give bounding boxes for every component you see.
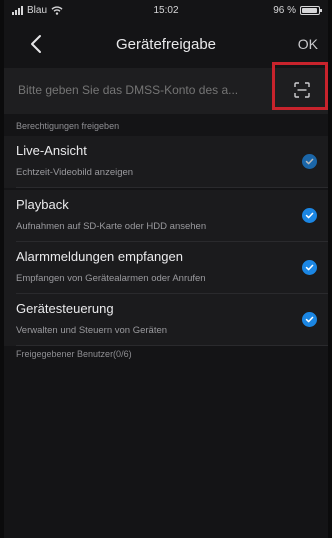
qr-scan-icon[interactable] [294, 82, 310, 98]
permission-label: Live-Ansicht [16, 143, 87, 158]
navigation-bar: Gerätefreigabe OK [4, 24, 328, 64]
permission-label: Playback [16, 197, 69, 212]
account-input[interactable] [18, 83, 268, 97]
battery-icon [300, 6, 322, 15]
section-shared-users-label: Freigegebener Benutzer(0/6) [16, 349, 132, 359]
permission-description: Verwalten und Steuern von Geräten [16, 325, 168, 336]
permission-label: Gerätesteuerung [16, 301, 114, 316]
checkmark-icon[interactable] [302, 154, 317, 169]
checkmark-icon[interactable] [302, 208, 317, 223]
section-permissions-label: Berechtigungen freigeben [16, 121, 120, 131]
permission-row[interactable]: Playback Aufnahmen auf SD-Karte oder HDD … [4, 190, 328, 242]
ok-button[interactable]: OK [298, 36, 318, 52]
row-divider [16, 345, 328, 346]
permission-row[interactable]: Live-Ansicht Echtzeit-Videobild anzeigen [4, 136, 328, 188]
permission-description: Echtzeit-Videobild anzeigen [16, 167, 134, 178]
row-divider [16, 187, 328, 188]
status-bar: Blau 15:02 96 % [4, 0, 328, 22]
checkmark-icon[interactable] [302, 260, 317, 275]
checkmark-icon[interactable] [302, 312, 317, 327]
permission-row[interactable]: Gerätesteuerung Verwalten und Steuern von… [4, 294, 328, 346]
battery-percent: 96 % [273, 5, 296, 16]
permission-label: Alarmmeldungen empfangen [16, 249, 183, 264]
permission-description: Empfangen von Gerätealarmen oder Anrufen [16, 273, 206, 284]
permission-description: Aufnahmen auf SD-Karte oder HDD ansehen [16, 221, 207, 232]
status-right: 96 % [273, 5, 322, 16]
page-title: Gerätefreigabe [115, 36, 217, 53]
permission-row[interactable]: Alarmmeldungen empfangen Empfangen von Ge… [4, 242, 328, 294]
device-sharing-screen: Blau 15:02 96 % Gerätefreigabe OK Berech… [4, 0, 328, 538]
